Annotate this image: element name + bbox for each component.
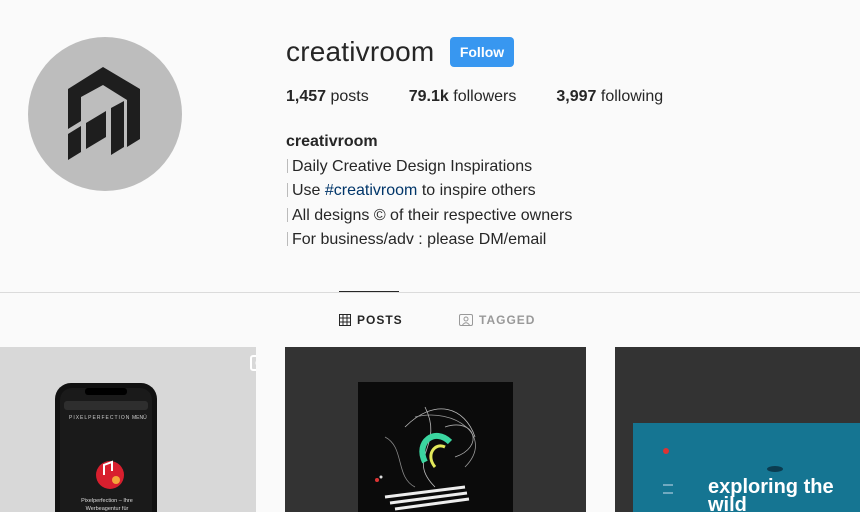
stat-posts: 1,457 posts bbox=[286, 88, 369, 106]
stat-following[interactable]: 3,997 following bbox=[556, 88, 663, 106]
phone-mockup-image bbox=[55, 383, 157, 512]
stat-posts-count: 1,457 bbox=[286, 88, 327, 105]
tab-posts[interactable]: POSTS bbox=[339, 313, 403, 327]
tag-photo-icon bbox=[459, 314, 473, 326]
profile-bio: creativroom Daily Creative Design Inspir… bbox=[286, 130, 572, 253]
bio-line-text: For business/adv : please DM/email bbox=[292, 231, 547, 248]
bio-line: Daily Creative Design Inspirations bbox=[286, 155, 572, 180]
post-caption-text: Pixelperfection – Ihre Werbeagentur für bbox=[81, 498, 133, 512]
post-caption-text: exploring the wild bbox=[708, 476, 834, 512]
active-tab-indicator bbox=[339, 291, 399, 292]
abstract-art-image bbox=[358, 382, 513, 512]
post-thumbnail[interactable]: PIXELPERFECTION MENÜ Pixelperfection – I… bbox=[0, 347, 256, 512]
profile-avatar[interactable] bbox=[28, 37, 182, 191]
post-thumbnail[interactable] bbox=[285, 347, 586, 512]
post-thumbnail[interactable]: exploring the wild bbox=[615, 347, 860, 512]
bullet-bar bbox=[287, 232, 288, 246]
grid-icon bbox=[339, 314, 351, 326]
creativroom-logo-icon bbox=[68, 67, 140, 160]
bullet-bar bbox=[287, 207, 288, 222]
bio-name: creativroom bbox=[286, 133, 378, 150]
stat-posts-label: posts bbox=[330, 88, 369, 105]
tab-tagged[interactable]: TAGGED bbox=[459, 313, 535, 327]
follow-button[interactable]: Follow bbox=[450, 37, 514, 67]
profile-username: creativroom bbox=[286, 36, 435, 67]
bio-line-text: to inspire others bbox=[417, 182, 536, 199]
profile-stats: 1,457 posts 79.1k followers 3,997 follow… bbox=[286, 88, 703, 106]
bullet-bar bbox=[287, 158, 288, 173]
bullet-bar bbox=[287, 183, 288, 197]
stat-followers-count: 79.1k bbox=[408, 88, 449, 105]
bio-line-text: All designs © of their respective owners bbox=[292, 206, 573, 224]
bio-line: Use #creativroom to inspire others bbox=[286, 179, 572, 204]
tab-posts-label: POSTS bbox=[357, 313, 403, 327]
stat-followers-label: followers bbox=[453, 88, 517, 105]
stat-following-count: 3,997 bbox=[556, 88, 597, 105]
post-menu-text: MENÜ bbox=[132, 415, 147, 421]
tabs-divider bbox=[0, 292, 860, 293]
post-brand-text: PIXELPERFECTION bbox=[69, 415, 131, 421]
bio-line: All designs © of their respective owners bbox=[286, 204, 572, 229]
stat-following-label: following bbox=[600, 88, 664, 105]
bio-line-text: Use bbox=[292, 182, 325, 199]
stat-followers[interactable]: 79.1k followers bbox=[409, 88, 517, 106]
tab-tagged-label: TAGGED bbox=[479, 313, 536, 327]
bio-line-text: Daily Creative Design Inspirations bbox=[292, 157, 533, 175]
hashtag-link[interactable]: #creativroom bbox=[325, 182, 417, 199]
bio-line: For business/adv : please DM/email bbox=[286, 228, 572, 253]
